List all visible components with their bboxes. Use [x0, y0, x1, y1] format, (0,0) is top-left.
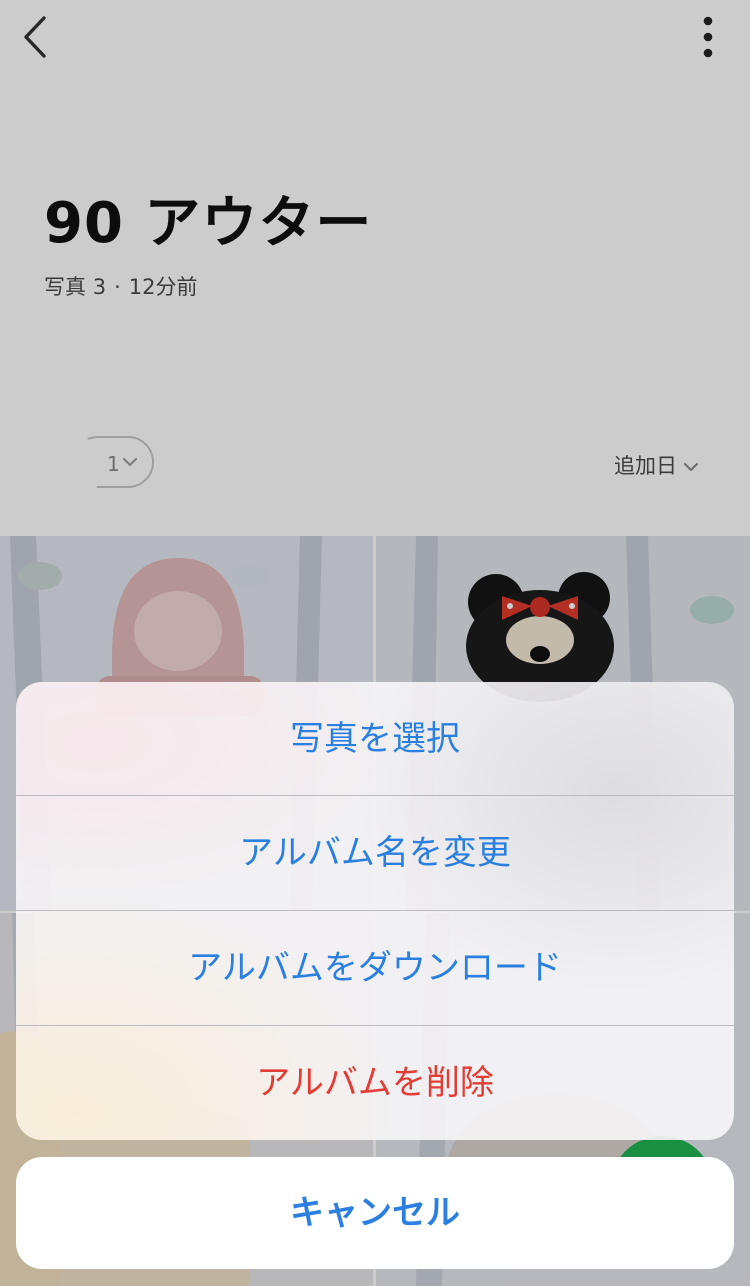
cancel-button[interactable]: キャンセル — [16, 1157, 734, 1269]
action-sheet: 写真を選択 アルバム名を変更 アルバムをダウンロード アルバムを削除 — [16, 682, 734, 1140]
select-photos-action[interactable]: 写真を選択 — [16, 682, 734, 796]
rename-album-action[interactable]: アルバム名を変更 — [16, 796, 734, 910]
delete-album-action[interactable]: アルバムを削除 — [16, 1026, 734, 1140]
album-screen: 90 アウター 写真 3 · 12分前 1 追加日 写真を選択 アルバム名を変更… — [0, 0, 750, 1286]
download-album-action[interactable]: アルバムをダウンロード — [16, 911, 734, 1025]
